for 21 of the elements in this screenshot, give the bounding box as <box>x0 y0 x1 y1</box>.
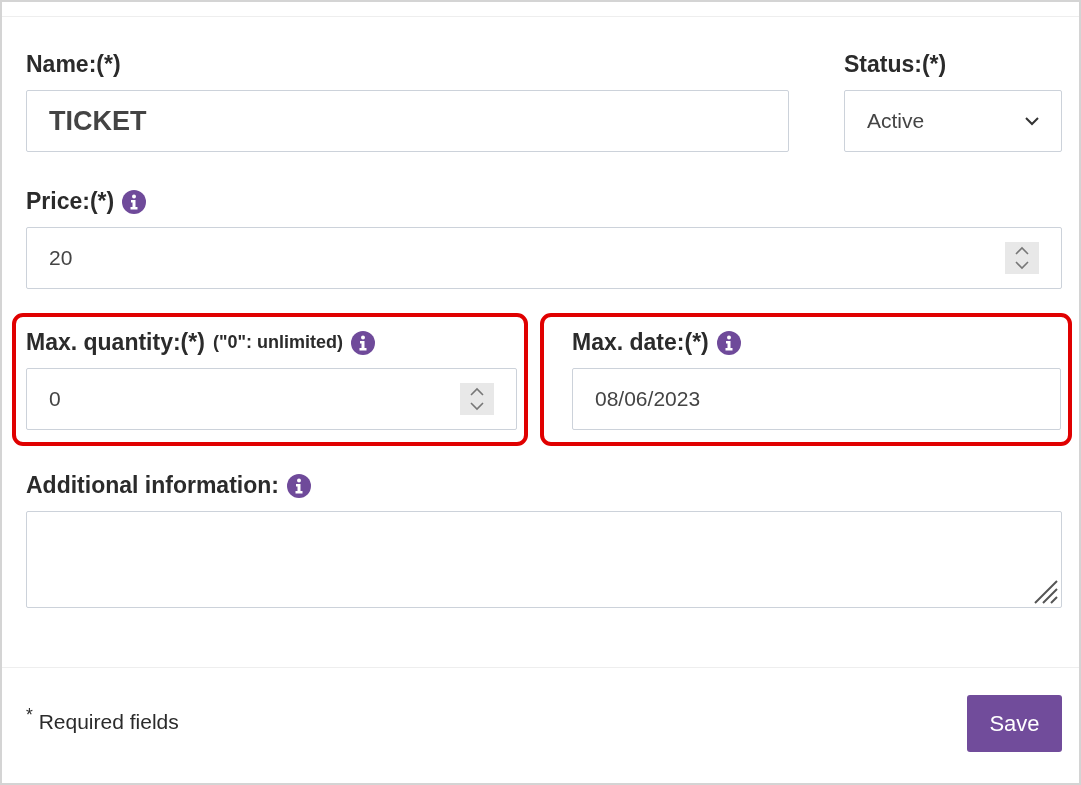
quantity-input[interactable]: 0 <box>26 368 517 430</box>
required-fields-note: $^{*}$ Required fields <box>26 705 179 734</box>
field-label: Price:(*) <box>26 188 115 215</box>
field-label: Additional information: <box>26 472 279 499</box>
field-hint: ("0": unlimited) <box>212 332 343 353</box>
info-icon[interactable] <box>350 330 375 355</box>
status-select[interactable]: Active <box>844 90 1062 152</box>
spinner-icon[interactable] <box>1005 242 1039 274</box>
info-icon[interactable] <box>286 473 311 498</box>
info-icon[interactable] <box>122 189 147 214</box>
field-label: Name:(*) <box>26 51 121 78</box>
field-label: Status:(*) <box>844 51 947 78</box>
spinner-icon[interactable] <box>460 383 494 415</box>
info-icon[interactable] <box>716 330 741 355</box>
date-input[interactable]: 08/06/2023 <box>572 368 1061 430</box>
field-label: Max. quantity:(*) <box>26 329 205 356</box>
save-button[interactable]: Save <box>967 695 1062 752</box>
caret-icon <box>1025 116 1039 126</box>
name-input[interactable]: TICKET <box>26 90 789 152</box>
field-label: Max. date:(*) <box>572 329 709 356</box>
price-input[interactable]: 20 <box>26 227 1062 289</box>
